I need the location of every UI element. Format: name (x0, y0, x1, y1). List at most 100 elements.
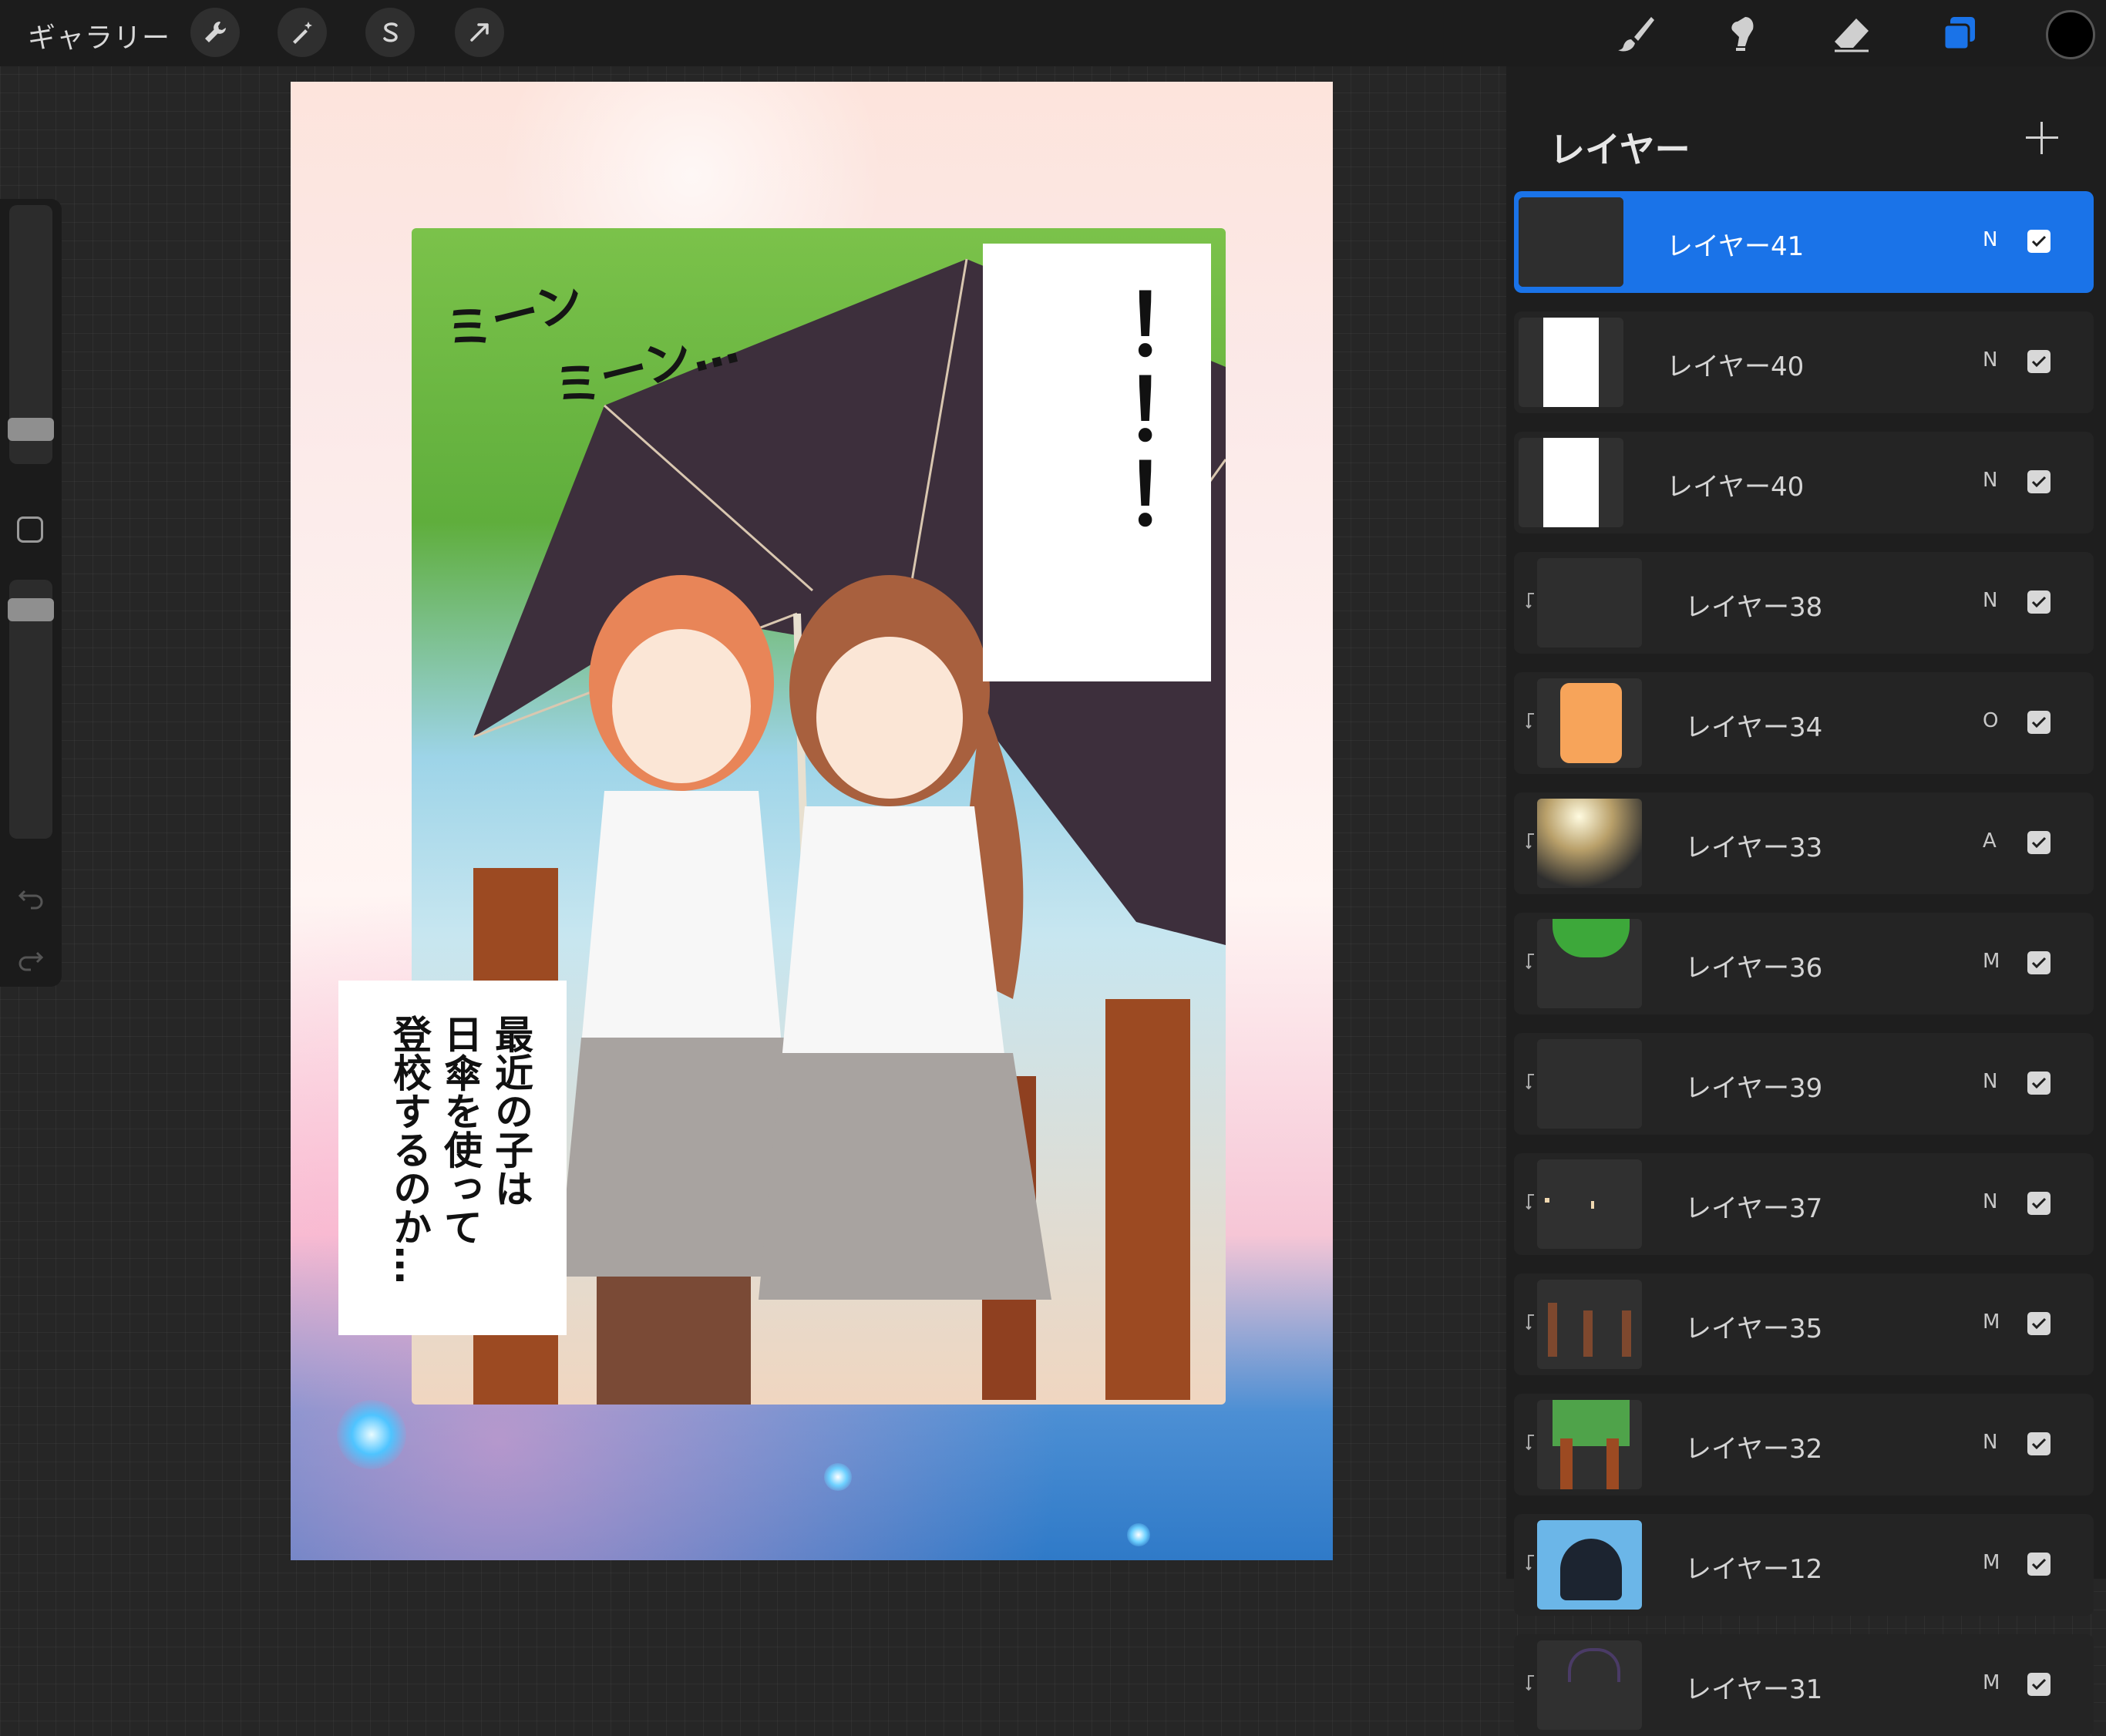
layer-row[interactable]: レイヤー31 M (1514, 1634, 2094, 1736)
layer-row[interactable]: レイヤー33 A (1514, 792, 2094, 894)
layer-row[interactable]: レイヤー40 N (1514, 432, 2094, 533)
layer-visibility-checkbox[interactable] (2027, 470, 2050, 493)
layer-name: レイヤー35 (1685, 1314, 1823, 1344)
layer-visibility-checkbox[interactable] (2027, 831, 2050, 854)
brush-icon (1618, 17, 1654, 52)
layer-visibility-checkbox[interactable] (2027, 711, 2050, 734)
layer-name: レイヤー32 (1685, 1434, 1823, 1465)
checkmark-icon (2031, 1558, 2047, 1570)
actions-button[interactable] (190, 8, 240, 57)
layer-visibility-checkbox[interactable] (2027, 1432, 2050, 1455)
layer-thumbnail (1537, 1640, 1642, 1730)
transform-button[interactable] (455, 8, 504, 57)
erase-tool-button[interactable] (1828, 11, 1875, 57)
layer-thumbnail (1537, 678, 1642, 768)
blend-mode-button[interactable]: M (1983, 1551, 2000, 1574)
clipping-mask-icon (1526, 833, 1534, 849)
layer-visibility-checkbox[interactable] (2027, 350, 2050, 373)
blend-mode-button[interactable]: N (1983, 228, 1997, 251)
layer-visibility-checkbox[interactable] (2027, 1553, 2050, 1576)
blend-mode-button[interactable]: N (1983, 1070, 1997, 1093)
balloon-text: 最近の子は (489, 1014, 533, 1207)
layer-name: レイヤー41 (1667, 231, 1805, 262)
smudge-tool-button[interactable] (1721, 11, 1767, 57)
layers-tool-button[interactable] (1936, 11, 1983, 57)
gallery-button[interactable]: ギャラリー (28, 15, 170, 56)
layer-thumbnail (1537, 1280, 1642, 1369)
layer-visibility-checkbox[interactable] (2027, 1312, 2050, 1335)
layer-row[interactable]: レイヤー37 N (1514, 1153, 2094, 1255)
layer-name: レイヤー40 (1667, 352, 1805, 382)
checkmark-icon (2031, 836, 2047, 849)
blend-mode-button[interactable]: N (1983, 348, 1997, 372)
selection-button[interactable] (365, 8, 415, 57)
layer-visibility-checkbox[interactable] (2027, 1673, 2050, 1696)
layer-row[interactable]: レイヤー32 N (1514, 1394, 2094, 1495)
clipping-mask-icon (1526, 954, 1534, 970)
blend-mode-button[interactable]: N (1983, 589, 1997, 612)
blend-mode-button[interactable]: M (1983, 950, 2000, 973)
layer-row[interactable]: レイヤー41 N (1514, 191, 2094, 293)
layer-row[interactable]: レイヤー40 N (1514, 311, 2094, 413)
layer-row[interactable]: レイヤー35 M (1514, 1273, 2094, 1375)
checkmark-icon (2031, 1197, 2047, 1209)
layer-visibility-checkbox[interactable] (2027, 951, 2050, 974)
wrench-icon (205, 22, 226, 42)
smudge-icon (1731, 17, 1754, 51)
blend-mode-button[interactable]: A (1983, 829, 1997, 853)
layers-panel: レイヤー レイヤー41 N レイヤー40 N レイヤー40 N レイヤー38 N レイヤー34 O… (1506, 66, 2106, 1736)
checkmark-icon (2031, 476, 2047, 488)
blend-mode-button[interactable]: O (1983, 709, 1998, 732)
layer-row[interactable]: レイヤー36 M (1514, 913, 2094, 1014)
color-picker-button[interactable] (2046, 10, 2095, 59)
speech-balloon: ！！！ (983, 244, 1211, 681)
layer-thumbnail (1519, 197, 1623, 287)
adjustments-button[interactable] (278, 8, 327, 57)
paint-tool-button[interactable] (1613, 11, 1659, 57)
layer-thumbnail (1537, 919, 1642, 1008)
layer-row[interactable]: レイヤー39 N (1514, 1033, 2094, 1135)
checkmark-icon (2031, 1678, 2047, 1691)
layer-name: レイヤー37 (1685, 1193, 1823, 1224)
clipping-mask-icon (1526, 1435, 1534, 1451)
opacity-slider-thumb[interactable] (8, 598, 54, 621)
layer-name: レイヤー39 (1685, 1073, 1823, 1104)
blend-mode-button[interactable]: N (1983, 469, 1997, 492)
layer-thumbnail (1537, 1159, 1642, 1249)
clipping-mask-icon (1526, 593, 1534, 609)
blend-mode-button[interactable]: M (1983, 1310, 2000, 1334)
blend-mode-button[interactable]: M (1983, 1671, 2000, 1694)
blend-mode-button[interactable]: N (1983, 1190, 1997, 1213)
layer-visibility-checkbox[interactable] (2027, 1072, 2050, 1095)
eraser-icon (1835, 19, 1869, 52)
layer-visibility-checkbox[interactable] (2027, 1192, 2050, 1215)
layer-visibility-checkbox[interactable] (2027, 230, 2050, 253)
layer-thumbnail (1519, 318, 1623, 407)
layer-visibility-checkbox[interactable] (2027, 590, 2050, 614)
layer-name: レイヤー38 (1685, 592, 1823, 623)
layer-row[interactable]: レイヤー38 N (1514, 552, 2094, 654)
clipping-mask-icon (1526, 1074, 1534, 1090)
checkmark-icon (2031, 355, 2047, 368)
layers-icon (1943, 17, 1975, 51)
balloon-text: ！！！ (1069, 287, 1168, 541)
modify-button[interactable] (17, 516, 43, 543)
layer-row[interactable]: レイヤー34 O (1514, 672, 2094, 774)
layer-name: レイヤー12 (1685, 1554, 1823, 1585)
canvas-artwork[interactable]: ミーン ミーン… ！！！ 最近の子は 日傘を使って 登校するのか… (291, 82, 1333, 1560)
checkmark-icon (2031, 235, 2047, 247)
layer-row[interactable]: レイヤー12 M (1514, 1514, 2094, 1616)
add-layer-button[interactable] (2023, 119, 2061, 157)
undo-icon[interactable] (14, 880, 48, 914)
blend-mode-button[interactable]: N (1983, 1431, 1997, 1454)
redo-icon[interactable] (14, 942, 48, 976)
layer-thumbnail (1537, 1520, 1642, 1610)
layer-thumbnail (1537, 799, 1642, 888)
balloon-text: 日傘を使って (438, 1014, 483, 1246)
speech-balloon: 最近の子は 日傘を使って 登校するのか… (338, 981, 567, 1335)
bokeh-light (1127, 1523, 1150, 1546)
opacity-slider[interactable] (8, 580, 54, 839)
brush-size-slider[interactable] (8, 205, 54, 464)
brush-size-slider-thumb[interactable] (8, 418, 54, 441)
layer-thumbnail (1537, 1039, 1642, 1129)
